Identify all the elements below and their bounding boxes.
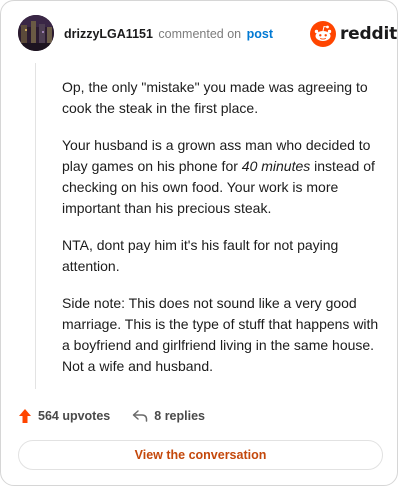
username[interactable]: drizzyLGA1151	[64, 27, 153, 41]
replies-button[interactable]: 8 replies	[132, 409, 205, 423]
reddit-snoo-icon	[310, 21, 336, 47]
reply-arrow-icon	[133, 410, 148, 422]
comment-paragraph: Side note: This does not sound like a ve…	[62, 295, 379, 374]
emphasis-text: 40 minutes	[241, 158, 311, 174]
comment-card: drizzyLGA1151 commented on post reddit O…	[0, 0, 398, 486]
upvote-arrow-icon	[19, 409, 31, 423]
thread-line[interactable]	[35, 63, 36, 389]
view-conversation-button[interactable]: View the conversation	[18, 440, 383, 470]
comment-body: Op, the only "mistake" you made was agre…	[62, 77, 380, 393]
reply-count: 8 replies	[154, 409, 205, 423]
comment-header: drizzyLGA1151 commented on post	[64, 26, 273, 42]
comment-paragraph: NTA, dont pay him it's his fault for not…	[62, 237, 339, 274]
upvote-button[interactable]: 564 upvotes	[18, 408, 110, 424]
comment-paragraph: Your husband is a grown ass man who deci…	[62, 135, 380, 219]
commented-on-text: commented on	[158, 27, 242, 41]
reddit-wordmark: reddit	[340, 24, 398, 44]
upvote-count: 564 upvotes	[38, 409, 111, 423]
reddit-logo[interactable]: reddit	[310, 21, 397, 47]
comment-actions: 564 upvotes 8 replies	[18, 406, 205, 426]
post-link[interactable]: post	[247, 27, 273, 41]
comment-paragraph: Op, the only "mistake" you made was agre…	[62, 79, 368, 116]
avatar[interactable]	[18, 15, 54, 51]
